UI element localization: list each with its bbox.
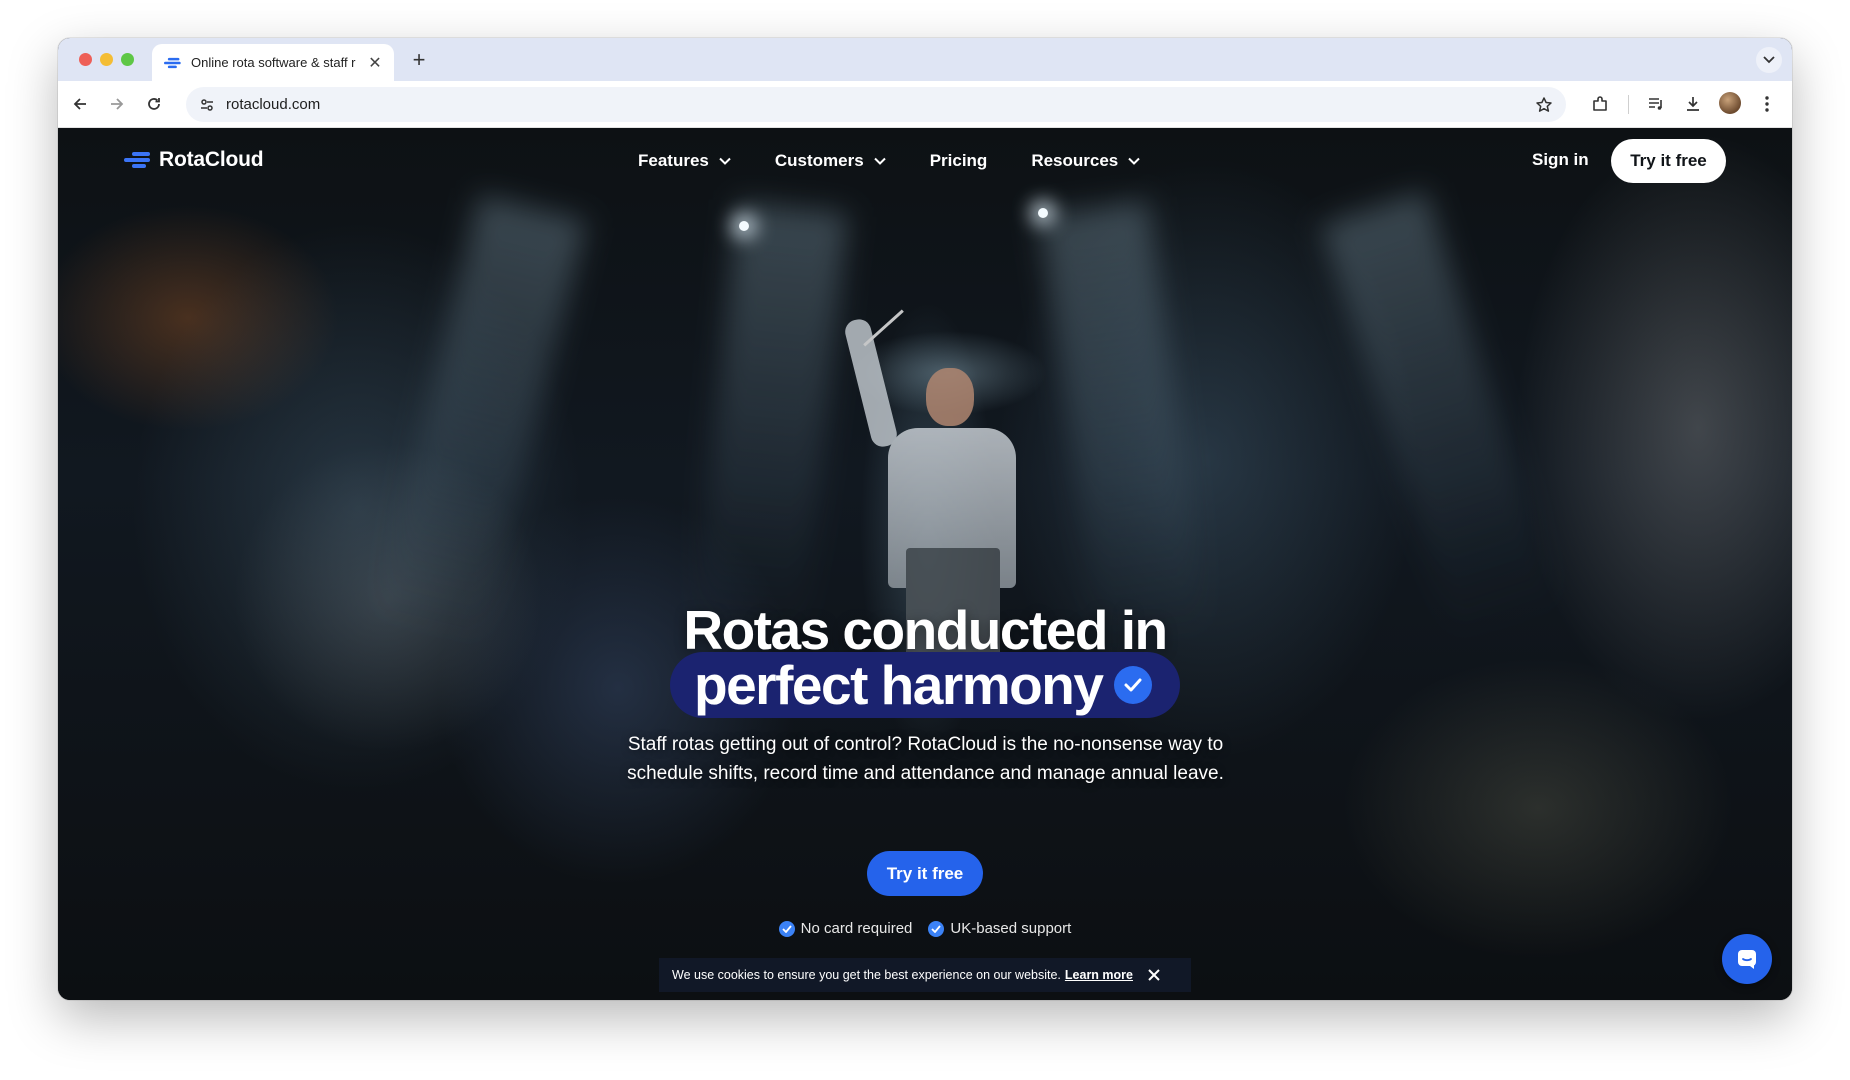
rotacloud-logo-icon — [124, 152, 150, 168]
browser-window: Online rota software & staff r ✕ + rotac… — [58, 38, 1792, 1000]
address-bar[interactable]: rotacloud.com — [186, 87, 1566, 122]
spotlight-glow — [1038, 208, 1048, 218]
more-vert-icon[interactable] — [1755, 92, 1779, 116]
spotlight-glow — [739, 221, 749, 231]
logo-text: RotaCloud — [159, 148, 264, 171]
nav-item-resources[interactable]: Resources — [1031, 148, 1140, 174]
browser-tab-active[interactable]: Online rota software & staff r ✕ — [152, 44, 394, 81]
try-it-free-hero-button[interactable]: Try it free — [867, 851, 983, 896]
hero-badges: No card required UK-based support — [58, 920, 1792, 937]
check-icon — [928, 920, 945, 937]
reload-icon[interactable] — [142, 92, 166, 116]
badge-uk-support: UK-based support — [928, 920, 1071, 937]
main-nav: Features Customers Pricing Resources — [638, 148, 1184, 174]
spotlight-beam — [1320, 191, 1562, 644]
tab-search-button[interactable] — [1756, 47, 1782, 73]
sign-in-link[interactable]: Sign in — [1532, 150, 1589, 170]
tab-title: Online rota software & staff r — [191, 55, 356, 70]
media-controls-icon[interactable] — [1644, 92, 1668, 116]
site-settings-icon[interactable] — [196, 94, 218, 116]
cookie-text: We use cookies to ensure you get the bes… — [672, 968, 1061, 982]
profile-avatar[interactable] — [1719, 92, 1741, 114]
chat-icon — [1738, 950, 1756, 969]
tab-close-icon[interactable]: ✕ — [366, 53, 384, 73]
forward-arrow-icon[interactable] — [105, 92, 129, 116]
close-icon[interactable] — [1147, 968, 1161, 982]
rotacloud-logo[interactable]: RotaCloud — [124, 146, 264, 174]
nav-item-label: Resources — [1031, 151, 1119, 170]
nav-item-label: Features — [638, 151, 709, 170]
toolbar-separator — [1628, 95, 1629, 114]
nav-item-features[interactable]: Features — [638, 148, 731, 174]
rotacloud-favicon-icon — [164, 57, 181, 68]
chevron-down-icon — [1128, 157, 1140, 165]
star-icon[interactable] — [1532, 93, 1556, 117]
nav-item-pricing[interactable]: Pricing — [930, 148, 988, 174]
badge-no-card: No card required — [778, 920, 913, 937]
badge-label: UK-based support — [950, 920, 1072, 937]
hero-subtitle: Staff rotas getting out of control? Rota… — [627, 734, 1224, 784]
nav-item-customers[interactable]: Customers — [775, 148, 886, 174]
chevron-down-icon — [873, 157, 886, 165]
tab-strip: Online rota software & staff r ✕ + — [58, 38, 1792, 81]
spotlight-beam — [1038, 200, 1209, 652]
cookie-learn-more-link[interactable]: Learn more — [1065, 968, 1133, 982]
cookie-banner: We use cookies to ensure you get the bes… — [659, 958, 1191, 992]
try-it-free-nav-button[interactable]: Try it free — [1611, 139, 1726, 183]
chevron-down-icon — [1763, 56, 1775, 64]
check-icon — [778, 920, 795, 937]
minimize-window-button[interactable] — [100, 53, 113, 66]
maximize-window-button[interactable] — [121, 53, 134, 66]
url-text: rotacloud.com — [226, 96, 321, 113]
close-window-button[interactable] — [79, 53, 92, 66]
back-arrow-icon[interactable] — [68, 92, 92, 116]
browser-toolbar: rotacloud.com — [58, 81, 1792, 128]
new-tab-button[interactable]: + — [405, 46, 433, 74]
chevron-down-icon — [719, 157, 731, 165]
nav-item-label: Customers — [774, 151, 864, 170]
badge-label: No card required — [800, 920, 913, 937]
hero-section: RotaCloud Features Customers Pricing Res… — [58, 128, 1792, 1000]
hero-heading-line2: perfect harmony — [694, 654, 1104, 716]
download-icon[interactable] — [1681, 92, 1705, 116]
extensions-icon[interactable] — [1588, 92, 1612, 116]
hero-heading-highlight: perfect harmony — [670, 652, 1180, 718]
spotlight-beam — [373, 194, 587, 649]
check-icon — [1114, 666, 1153, 704]
nav-item-label: Pricing — [929, 151, 988, 170]
chat-launcher-button[interactable] — [1722, 934, 1772, 984]
